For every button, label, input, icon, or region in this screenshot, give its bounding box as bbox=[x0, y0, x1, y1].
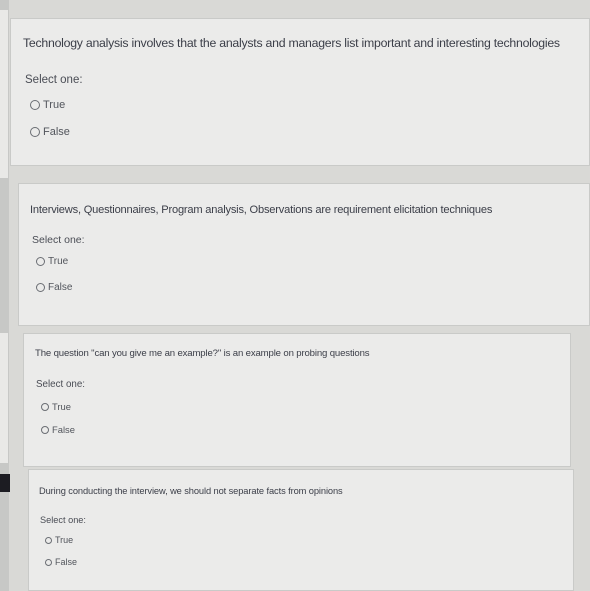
option-false[interactable]: False bbox=[30, 126, 70, 138]
option-false[interactable]: False bbox=[45, 557, 77, 567]
question-card-4: During conducting the interview, we shou… bbox=[28, 469, 574, 591]
option-label: False bbox=[43, 126, 70, 138]
select-one-label: Select one: bbox=[40, 515, 86, 525]
option-label: True bbox=[43, 99, 66, 111]
left-tab-1 bbox=[0, 10, 8, 178]
radio-icon[interactable] bbox=[30, 100, 40, 110]
question-card-1: Technology analysis involves that the an… bbox=[10, 18, 590, 166]
option-true[interactable]: True bbox=[36, 256, 68, 267]
question-card-3: The question "can you give me an example… bbox=[23, 333, 571, 467]
option-true[interactable]: True bbox=[41, 401, 71, 412]
option-false[interactable]: False bbox=[36, 282, 72, 293]
option-label: True bbox=[48, 256, 69, 267]
option-label: False bbox=[55, 557, 78, 567]
option-false[interactable]: False bbox=[41, 424, 75, 435]
left-marker bbox=[0, 474, 10, 492]
question-card-2: Interviews, Questionnaires, Program anal… bbox=[18, 183, 590, 326]
radio-icon[interactable] bbox=[41, 425, 49, 434]
option-label: False bbox=[52, 424, 75, 435]
select-one-label: Select one: bbox=[32, 234, 85, 246]
question-text: Interviews, Questionnaires, Program anal… bbox=[30, 204, 493, 216]
radio-icon[interactable] bbox=[45, 558, 52, 566]
left-tab-2 bbox=[0, 333, 8, 463]
radio-icon[interactable] bbox=[36, 257, 45, 266]
option-label: True bbox=[55, 535, 74, 545]
radio-icon[interactable] bbox=[45, 536, 52, 544]
option-label: True bbox=[52, 401, 71, 412]
option-true[interactable]: True bbox=[30, 99, 65, 111]
radio-icon[interactable] bbox=[30, 127, 40, 137]
select-one-label: Select one: bbox=[36, 379, 86, 390]
radio-icon[interactable] bbox=[36, 283, 45, 292]
option-true[interactable]: True bbox=[45, 535, 73, 545]
select-one-label: Select one: bbox=[25, 74, 83, 86]
question-text: The question "can you give me an example… bbox=[35, 348, 370, 359]
option-label: False bbox=[48, 282, 73, 293]
radio-icon[interactable] bbox=[41, 402, 49, 411]
question-text: During conducting the interview, we shou… bbox=[39, 486, 343, 496]
question-text: Technology analysis involves that the an… bbox=[23, 36, 560, 50]
